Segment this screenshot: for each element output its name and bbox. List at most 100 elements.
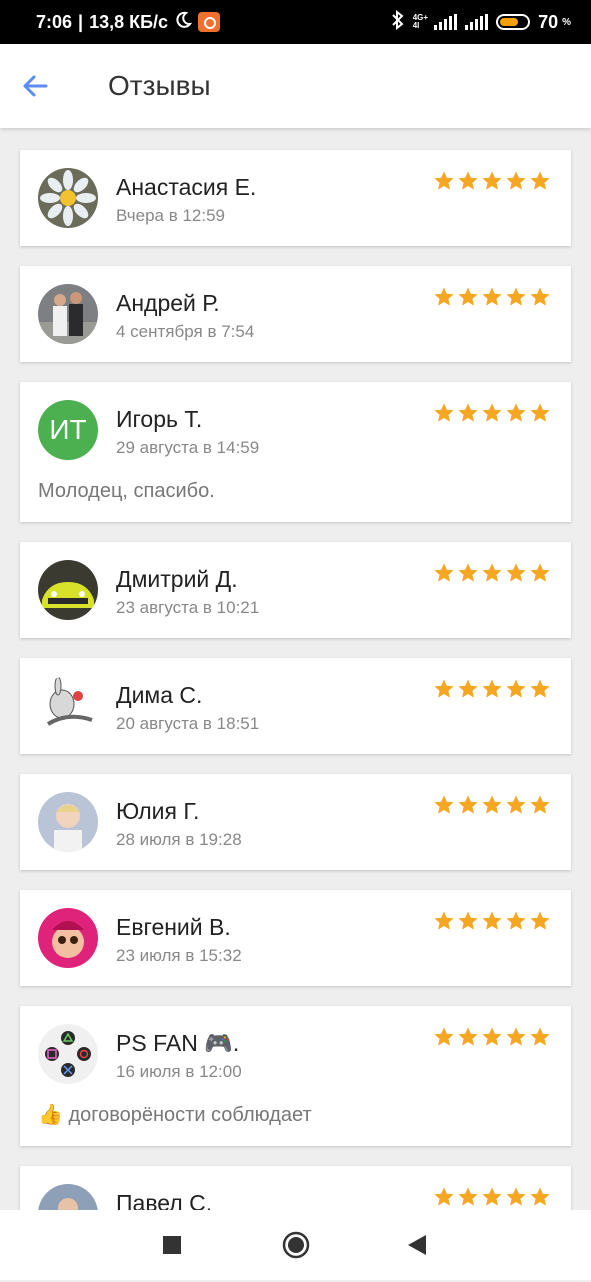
star-icon	[506, 171, 526, 190]
star-icon	[530, 171, 550, 190]
star-icon	[506, 1027, 526, 1046]
review-card[interactable]: Анастасия Е. Вчера в 12:59	[20, 150, 571, 246]
star-icon	[458, 1027, 478, 1046]
battery-icon	[496, 14, 531, 30]
moon-icon	[174, 11, 193, 34]
signal-icon-2	[465, 14, 489, 30]
avatar	[38, 284, 98, 344]
avatar	[38, 168, 98, 228]
nav-back-button[interactable]	[406, 1234, 428, 1261]
star-icon	[458, 287, 478, 306]
review-card[interactable]: PS FAN 🎮. 16 июля в 12:00 👍 договорёност…	[20, 1006, 571, 1146]
review-comment: 👍 договорёности соблюдает	[38, 1104, 312, 1126]
star-icon	[458, 403, 478, 422]
star-icon	[434, 287, 454, 306]
review-date: 4 сентября в 7:54	[116, 322, 255, 341]
recents-button[interactable]	[162, 1235, 182, 1260]
reviewer-name: Дима С.	[116, 682, 203, 708]
app-notification-icon	[198, 12, 221, 32]
star-icon	[530, 1187, 550, 1206]
signal-icon	[434, 14, 458, 30]
star-icon	[530, 911, 550, 930]
reviewer-name: Анастасия Е.	[116, 174, 257, 200]
review-date: Вчера в 12:59	[116, 206, 226, 225]
reviewer-name: Игорь Т.	[116, 406, 203, 432]
review-card[interactable]: Дмитрий Д. 23 августа в 10:21	[20, 542, 571, 638]
reviewer-name: Дмитрий Д.	[116, 566, 238, 592]
star-icon	[434, 795, 454, 814]
star-icon	[434, 403, 454, 422]
review-card[interactable]: ИТ Игорь Т. 29 августа в 14:59 Молодец, …	[20, 382, 571, 522]
star-icon	[458, 171, 478, 190]
star-icon	[458, 911, 478, 930]
star-icon	[458, 1187, 478, 1206]
review-date: 28 июля в 19:28	[116, 830, 242, 849]
review-card[interactable]: Юлия Г. 28 июля в 19:28	[20, 774, 571, 870]
review-date: 16 июля в 12:00	[116, 1062, 242, 1081]
reviewer-name: Андрей Р.	[116, 290, 220, 316]
star-icon	[506, 563, 526, 582]
reviews-list: Анастасия Е. Вчера в 12:59 Андрей Р. 4 с…	[20, 150, 571, 1282]
battery-percent-sign: %	[562, 16, 571, 28]
rating-stars	[433, 678, 551, 700]
avatar	[38, 792, 98, 852]
status-bar: 7:06 | 13,8 КБ/с 4G+ 4l 70 %	[0, 0, 591, 44]
star-icon	[530, 287, 550, 306]
star-icon	[530, 403, 550, 422]
star-icon	[434, 1027, 454, 1046]
review-date: 23 августа в 10:21	[116, 598, 260, 617]
star-icon	[482, 287, 502, 306]
rating-stars	[433, 910, 551, 932]
avatar	[38, 676, 98, 736]
rating-stars	[433, 170, 551, 192]
avatar	[38, 1024, 98, 1084]
review-date: 23 июля в 15:32	[116, 946, 242, 965]
rating-stars	[433, 402, 551, 424]
square-icon	[163, 1236, 181, 1254]
star-icon	[458, 679, 478, 698]
star-icon	[434, 171, 454, 190]
rating-stars	[433, 562, 551, 584]
star-icon	[482, 563, 502, 582]
battery-percent: 70	[538, 11, 559, 32]
network-type-bottom: 4l	[412, 21, 420, 30]
star-icon	[482, 1187, 502, 1206]
reviewer-name: PS FAN 🎮.	[116, 1030, 240, 1056]
page-title: Отзывы	[108, 70, 211, 101]
star-icon	[458, 563, 478, 582]
avatar	[38, 908, 98, 968]
app-bar: Отзывы	[0, 44, 591, 128]
star-icon	[482, 911, 502, 930]
reviewer-name: Евгений В.	[116, 914, 231, 940]
reviewer-name: Юлия Г.	[116, 798, 200, 824]
review-comment: Молодец, спасибо.	[38, 480, 215, 502]
back-button[interactable]	[18, 68, 54, 104]
avatar	[38, 560, 98, 620]
rating-stars	[433, 1186, 551, 1208]
review-card[interactable]: Дима С. 20 августа в 18:51	[20, 658, 571, 754]
status-speed: 13,8 КБ/с	[89, 11, 169, 32]
star-icon	[530, 795, 550, 814]
star-icon	[482, 1027, 502, 1046]
star-icon	[482, 171, 502, 190]
rating-stars	[433, 286, 551, 308]
star-icon	[506, 679, 526, 698]
star-icon	[482, 403, 502, 422]
star-icon	[482, 679, 502, 698]
review-card[interactable]: Евгений В. 23 июля в 15:32	[20, 890, 571, 986]
star-icon	[530, 679, 550, 698]
star-icon	[434, 563, 454, 582]
home-button[interactable]	[282, 1231, 310, 1264]
star-icon	[506, 795, 526, 814]
star-icon	[530, 563, 550, 582]
review-card[interactable]: Андрей Р. 4 сентября в 7:54	[20, 266, 571, 362]
status-time: 7:06	[36, 11, 73, 32]
star-icon	[434, 1187, 454, 1206]
star-icon	[482, 795, 502, 814]
star-icon	[506, 1187, 526, 1206]
review-date: 20 августа в 18:51	[116, 714, 260, 733]
system-nav-bar	[0, 1210, 591, 1280]
star-icon	[506, 403, 526, 422]
rating-stars	[433, 794, 551, 816]
rating-stars	[433, 1026, 551, 1048]
